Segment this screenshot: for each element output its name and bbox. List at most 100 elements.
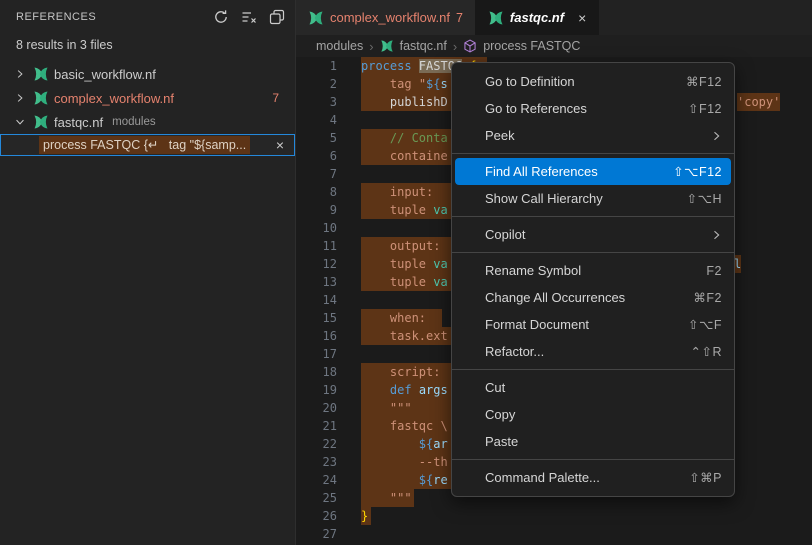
code-token — [361, 329, 390, 343]
breadcrumb-symbol[interactable]: process FASTQC — [483, 39, 580, 53]
refresh-icon[interactable] — [213, 9, 229, 25]
reference-result-row[interactable]: process FASTQC {↵ tag "${samp... × — [0, 134, 295, 156]
collapse-all-icon[interactable] — [269, 9, 285, 25]
line-number: 21 — [296, 417, 337, 435]
menu-item-refactor[interactable]: Refactor...⌃⇧R — [452, 338, 734, 365]
menu-item-go-to-definition[interactable]: Go to Definition⌘F12 — [452, 68, 734, 95]
menu-separator — [452, 216, 734, 217]
close-tab-icon[interactable]: × — [578, 10, 586, 26]
file-row-fastqc[interactable]: fastqc.nf modules — [0, 110, 295, 134]
breadcrumb-file[interactable]: fastqc.nf — [400, 39, 447, 53]
code-token: output: — [390, 239, 441, 253]
tab-problems-badge: 7 — [456, 11, 463, 25]
menu-item-show-call-hierarchy[interactable]: Show Call Hierarchy⇧⌥H — [452, 185, 734, 212]
line-number: 1 — [296, 57, 337, 75]
tab-label: fastqc.nf — [510, 10, 564, 25]
chevron-right-icon[interactable] — [12, 90, 28, 106]
clear-all-icon[interactable] — [241, 9, 257, 25]
code-line[interactable]: 26} — [296, 507, 812, 525]
line-number: 27 — [296, 525, 337, 543]
code-token: process — [361, 59, 419, 73]
menu-item-change-all-occurrences[interactable]: Change All Occurrences⌘F2 — [452, 284, 734, 311]
code-text[interactable]: """ — [361, 399, 454, 417]
code-token — [361, 365, 390, 379]
menu-item-label: Rename Symbol — [485, 263, 581, 278]
code-text[interactable]: """ — [361, 489, 414, 507]
chevron-right-icon[interactable] — [12, 66, 28, 82]
code-text[interactable]: when: — [361, 309, 442, 327]
code-token: re — [433, 473, 447, 487]
menu-item-copilot[interactable]: Copilot — [452, 221, 734, 248]
file-row-complex-workflow[interactable]: complex_workflow.nf 7 — [0, 86, 295, 110]
code-token — [361, 257, 390, 271]
code-token: ${ — [426, 77, 440, 91]
code-token — [361, 239, 390, 253]
code-token — [361, 185, 390, 199]
code-token: } — [361, 509, 368, 523]
line-number: 9 — [296, 201, 337, 219]
tab-complex-workflow[interactable]: complex_workflow.nf 7 — [296, 0, 476, 35]
menu-item-paste[interactable]: Paste — [452, 428, 734, 455]
submenu-chevron-icon — [710, 229, 722, 241]
code-token: " — [419, 77, 426, 91]
menu-separator — [452, 252, 734, 253]
tab-fastqc[interactable]: fastqc.nf × — [476, 0, 599, 35]
code-token — [361, 77, 390, 91]
line-number: 16 — [296, 327, 337, 345]
menu-item-label: Command Palette... — [485, 470, 600, 485]
menu-item-peek[interactable]: Peek — [452, 122, 734, 149]
menu-item-label: Peek — [485, 128, 515, 143]
menu-item-go-to-references[interactable]: Go to References⇧F12 — [452, 95, 734, 122]
code-text[interactable]: } — [361, 507, 371, 525]
code-text[interactable]: input: — [361, 183, 451, 201]
code-text[interactable]: output: — [361, 237, 456, 255]
code-token — [361, 131, 390, 145]
line-number: 17 — [296, 345, 337, 363]
code-token: ${ — [419, 437, 433, 451]
code-token: """ — [390, 401, 412, 415]
code-token: """ — [390, 491, 412, 505]
menu-item-label: Cut — [485, 380, 505, 395]
line-number: 25 — [296, 489, 337, 507]
file-name: basic_workflow.nf — [54, 67, 156, 82]
code-line[interactable]: 27 — [296, 525, 812, 543]
menu-item-shortcut: ⇧⌥F12 — [673, 164, 722, 179]
menu-item-label: Refactor... — [485, 344, 544, 359]
menu-item-label: Find All References — [485, 164, 598, 179]
menu-item-cut[interactable]: Cut — [452, 374, 734, 401]
menu-item-format-document[interactable]: Format Document⇧⌥F — [452, 311, 734, 338]
line-number: 4 — [296, 111, 337, 129]
code-token: tag — [390, 77, 419, 91]
file-name: fastqc.nf — [54, 115, 103, 130]
tab-bar-empty — [599, 0, 812, 35]
menu-item-command-palette[interactable]: Command Palette...⇧⌘P — [452, 464, 734, 491]
dismiss-result-icon[interactable]: × — [276, 137, 284, 153]
code-token — [361, 95, 390, 109]
code-token — [361, 311, 390, 325]
menu-item-shortcut: ⌘F2 — [693, 290, 722, 305]
code-token — [361, 401, 390, 415]
line-number: 23 — [296, 453, 337, 471]
menu-item-shortcut: F2 — [706, 264, 722, 278]
code-token: tuple — [390, 203, 433, 217]
menu-item-find-all-references[interactable]: Find All References ⇧⌥F12 — [455, 158, 731, 185]
line-number: 13 — [296, 273, 337, 291]
nextflow-file-icon — [33, 114, 49, 130]
chevron-down-icon[interactable] — [12, 114, 28, 130]
menu-item-copy[interactable]: Copy — [452, 401, 734, 428]
code-token — [361, 419, 390, 433]
breadcrumb-folder[interactable]: modules — [316, 39, 363, 53]
line-number: 24 — [296, 471, 337, 489]
code-token: s — [441, 77, 448, 91]
code-text[interactable]: script: — [361, 363, 456, 381]
code-token: ar — [433, 437, 447, 451]
sidebar-empty-area — [0, 156, 295, 545]
code-fragment: l — [734, 255, 741, 273]
code-token: publishD — [390, 95, 448, 109]
line-number: 14 — [296, 291, 337, 309]
code-token: script: — [390, 365, 441, 379]
file-row-basic-workflow[interactable]: basic_workflow.nf — [0, 62, 295, 86]
tab-label: complex_workflow.nf — [330, 10, 450, 25]
nextflow-file-icon — [33, 66, 49, 82]
menu-item-rename-symbol[interactable]: Rename Symbol F2 — [452, 257, 734, 284]
